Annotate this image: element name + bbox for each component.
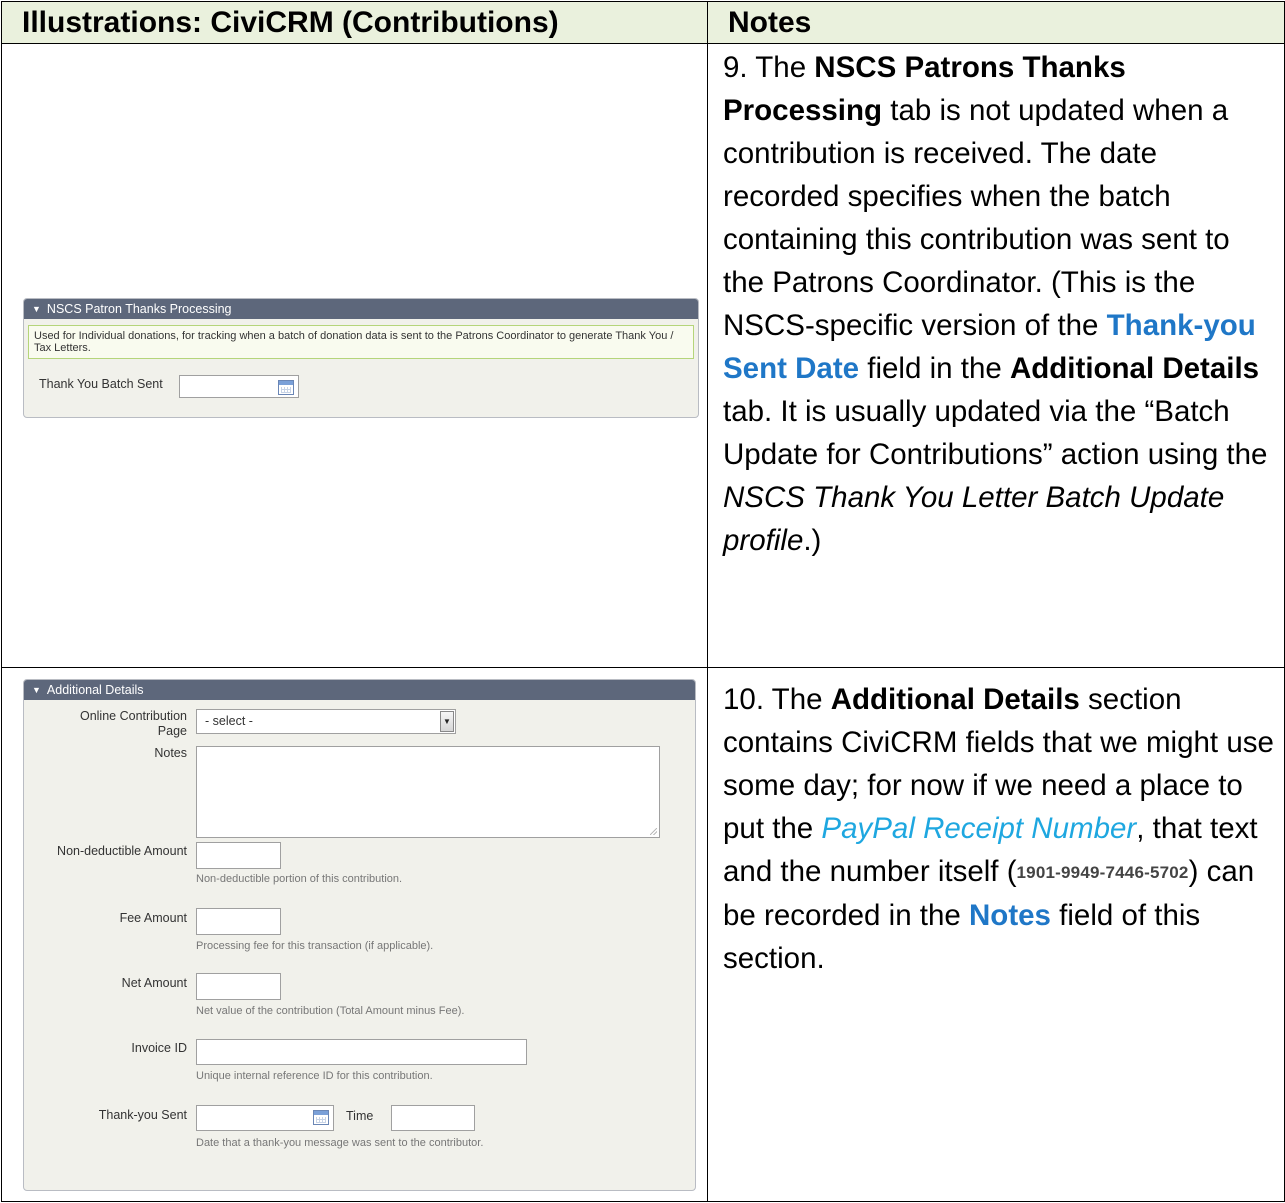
thankyou-sent-help: Date that a thank-you message was sent t… bbox=[196, 1137, 484, 1150]
note-9-text: .) bbox=[803, 524, 822, 558]
fee-amount-help: Processing fee for this transaction (if … bbox=[196, 940, 434, 953]
thankyou-sent-label: Thank-you Sent bbox=[98, 1108, 187, 1123]
nondeductible-amount-input[interactable] bbox=[196, 842, 281, 870]
note-9-profile-name: NSCS Thank You Letter Batch Update profi… bbox=[723, 481, 1225, 558]
nondeductible-amount-help: Non-deductible portion of this contribut… bbox=[196, 873, 403, 886]
note-10-field-name: Notes bbox=[969, 899, 1051, 933]
net-amount-input[interactable] bbox=[196, 973, 281, 1001]
resize-grip-icon[interactable] bbox=[650, 828, 657, 836]
note-9-text: field in the bbox=[859, 352, 1010, 386]
note-10-cell: 10. The Additional Details section conta… bbox=[707, 667, 1285, 1202]
document-table: Illustrations: CiviCRM (Contributions) N… bbox=[1, 0, 1285, 1202]
collapse-triangle-icon: ▼ bbox=[32, 685, 41, 696]
additional-details-panel: ▼ Additional Details Online Contribution … bbox=[23, 679, 696, 1192]
chevron-down-icon[interactable]: ▼ bbox=[440, 711, 454, 733]
calendar-icon[interactable] bbox=[313, 1110, 329, 1126]
time-label: Time bbox=[346, 1109, 374, 1124]
note-9-text: tab. It is usually updated via the “Batc… bbox=[723, 395, 1268, 472]
online-contribution-page-label: Online Contribution Page bbox=[79, 709, 187, 739]
patron-thanks-panel-header[interactable]: ▼ NSCS Patron Thanks Processing bbox=[24, 299, 698, 320]
header-illustrations: Illustrations: CiviCRM (Contributions) bbox=[1, 0, 708, 45]
illustration-cell-2: ▼ Additional Details Online Contribution … bbox=[1, 667, 708, 1202]
header-notes: Notes bbox=[707, 0, 1285, 45]
patron-thanks-panel: ▼ NSCS Patron Thanks Processing Used for … bbox=[23, 298, 699, 419]
paypal-receipt-number: 1901-9949-7446-5702 bbox=[1016, 863, 1189, 883]
note-9-tab-name: Additional Details bbox=[1009, 352, 1260, 386]
note-10-text: 10. The bbox=[723, 683, 831, 717]
select-value: - select - bbox=[205, 714, 253, 729]
collapse-triangle-icon: ▼ bbox=[32, 304, 41, 315]
fee-amount-input[interactable] bbox=[196, 908, 281, 936]
note-10-section-name: Additional Details bbox=[830, 683, 1080, 717]
notes-label: Notes bbox=[154, 746, 187, 761]
note-9-text: tab is not updated when a contribution i… bbox=[723, 94, 1230, 343]
patron-thanks-help-text: Used for Individual donations, for track… bbox=[28, 325, 694, 360]
invoice-id-label: Invoice ID bbox=[131, 1041, 187, 1056]
notes-textarea[interactable] bbox=[196, 746, 660, 839]
note-9-cell: 9. The NSCS Patrons Thanks Processing ta… bbox=[707, 43, 1285, 669]
patron-thanks-panel-title: NSCS Patron Thanks Processing bbox=[46, 302, 232, 317]
note-9-text: 9. The bbox=[723, 51, 815, 85]
online-contribution-page-select[interactable]: - select - ▼ bbox=[196, 709, 456, 735]
note-10-paypal-term: PayPal Receipt Number bbox=[821, 812, 1137, 846]
thankyou-sent-time-input[interactable] bbox=[391, 1105, 475, 1132]
net-amount-label: Net Amount bbox=[121, 976, 187, 991]
illustration-cell-1: ▼ NSCS Patron Thanks Processing Used for … bbox=[1, 43, 708, 669]
additional-details-panel-header[interactable]: ▼ Additional Details bbox=[24, 680, 695, 701]
net-amount-help: Net value of the contribution (Total Amo… bbox=[196, 1005, 465, 1018]
calendar-icon[interactable] bbox=[278, 380, 294, 396]
nondeductible-amount-label: Non-deductible Amount bbox=[57, 844, 187, 859]
invoice-id-input[interactable] bbox=[196, 1039, 527, 1066]
fee-amount-label: Fee Amount bbox=[119, 911, 187, 926]
thank-you-batch-sent-label: Thank You Batch Sent bbox=[39, 377, 163, 392]
additional-details-panel-title: Additional Details bbox=[46, 683, 144, 698]
invoice-id-help: Unique internal reference ID for this co… bbox=[196, 1070, 433, 1083]
